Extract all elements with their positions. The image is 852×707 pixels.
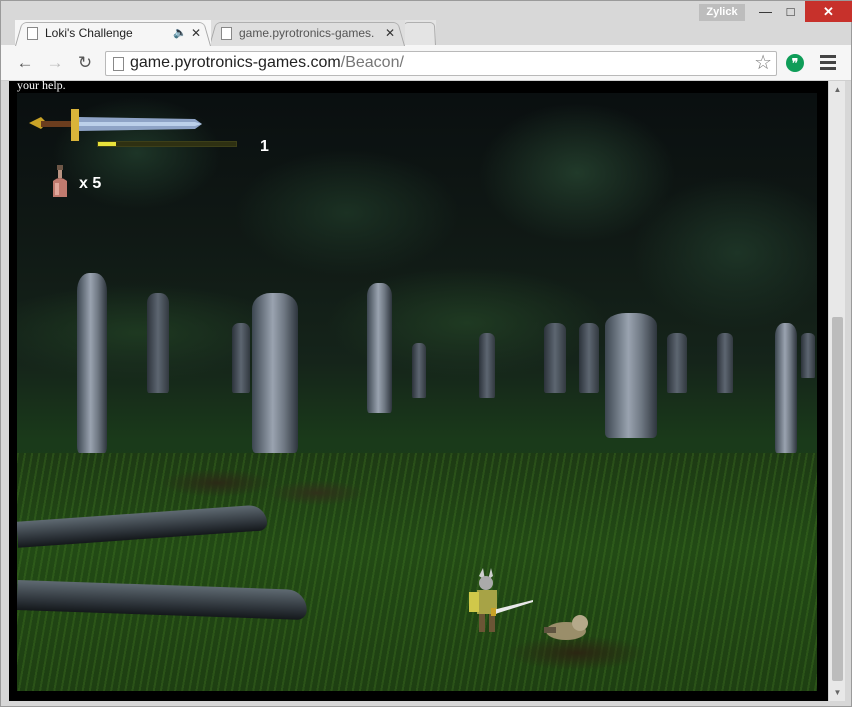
browser-toolbar: ← → ↻ game.pyrotronics-games.com/Beacon/…: [1, 45, 851, 81]
potion-count: x 5: [79, 175, 102, 192]
tree-trunk: [367, 283, 392, 413]
speaker-icon[interactable]: 🔈: [173, 20, 187, 46]
tree-trunk: [147, 293, 169, 393]
tree-trunk: [544, 323, 566, 393]
tab-lokis-challenge[interactable]: Loki's Challenge 🔈 ✕: [15, 20, 211, 46]
potion-icon: [53, 165, 67, 197]
url-host: game.pyrotronics-games.com: [130, 54, 341, 71]
scroll-up-icon[interactable]: ▲: [829, 81, 846, 98]
maximize-icon: □: [786, 4, 795, 19]
page-viewport: your help. 1 x 5: [9, 81, 828, 701]
tab-title: game.pyrotronics-games.c: [239, 26, 374, 40]
reload-button[interactable]: ↻: [73, 51, 97, 75]
tree-trunk: [77, 273, 107, 453]
sword-icon: [29, 109, 202, 141]
tree-trunk: [717, 333, 733, 393]
profile-badge[interactable]: Zylick: [699, 4, 745, 21]
forward-button[interactable]: →: [43, 51, 67, 75]
viking-player[interactable]: [455, 568, 535, 648]
forward-arrow-icon: →: [46, 53, 64, 72]
minimize-icon: —: [759, 4, 772, 19]
close-icon: ✕: [823, 4, 834, 19]
back-button[interactable]: ←: [13, 51, 37, 75]
page-icon: [113, 57, 124, 71]
menu-icon[interactable]: [820, 53, 836, 73]
fallen-enemy[interactable]: [542, 611, 592, 643]
scroll-down-icon[interactable]: ▼: [829, 684, 846, 701]
tree-trunk: [579, 323, 599, 393]
tree-trunk: [605, 313, 657, 438]
experience-fill: [98, 142, 116, 146]
tree-trunk: [252, 293, 298, 453]
page-icon: [27, 27, 38, 40]
vertical-scrollbar[interactable]: ▲ ▼: [828, 81, 845, 701]
reload-icon: ↻: [77, 53, 93, 72]
url-text[interactable]: game.pyrotronics-games.com/Beacon/: [130, 54, 404, 72]
forest-ground: [17, 453, 817, 691]
tree-trunk: [667, 333, 687, 393]
tree-trunk: [801, 333, 815, 378]
bookmark-star-icon[interactable]: ☆: [754, 52, 772, 75]
tab-title: Loki's Challenge: [45, 26, 133, 40]
tab-pyrotronics[interactable]: game.pyrotronics-games.c ✕: [209, 20, 405, 46]
extension-icon[interactable]: ❞: [786, 54, 804, 72]
title-bar: Zylick — □ ✕ Loki's Challenge 🔈 ✕ game.p…: [1, 1, 852, 46]
tab-close-icon[interactable]: ✕: [191, 20, 201, 46]
page-icon: [221, 27, 232, 40]
url-path: /Beacon/: [340, 54, 404, 71]
game-canvas[interactable]: 1 x 5: [17, 93, 817, 691]
level-number: 1: [260, 138, 269, 155]
page-text: your help.: [17, 81, 66, 92]
tree-trunk: [412, 343, 426, 398]
tree-trunk: [775, 323, 797, 453]
maximize-button[interactable]: □: [774, 1, 807, 22]
address-bar[interactable]: game.pyrotronics-games.com/Beacon/ ☆: [105, 51, 777, 76]
browser-window: Zylick — □ ✕ Loki's Challenge 🔈 ✕ game.p…: [0, 0, 852, 707]
tree-trunk: [479, 333, 495, 398]
close-window-button[interactable]: ✕: [805, 1, 852, 22]
scrollbar-thumb[interactable]: [832, 317, 843, 681]
back-arrow-icon: ←: [16, 53, 34, 72]
new-tab-button[interactable]: [402, 20, 436, 46]
experience-bar: [97, 141, 237, 147]
tree-trunk: [232, 323, 250, 393]
tab-close-icon[interactable]: ✕: [385, 20, 395, 46]
